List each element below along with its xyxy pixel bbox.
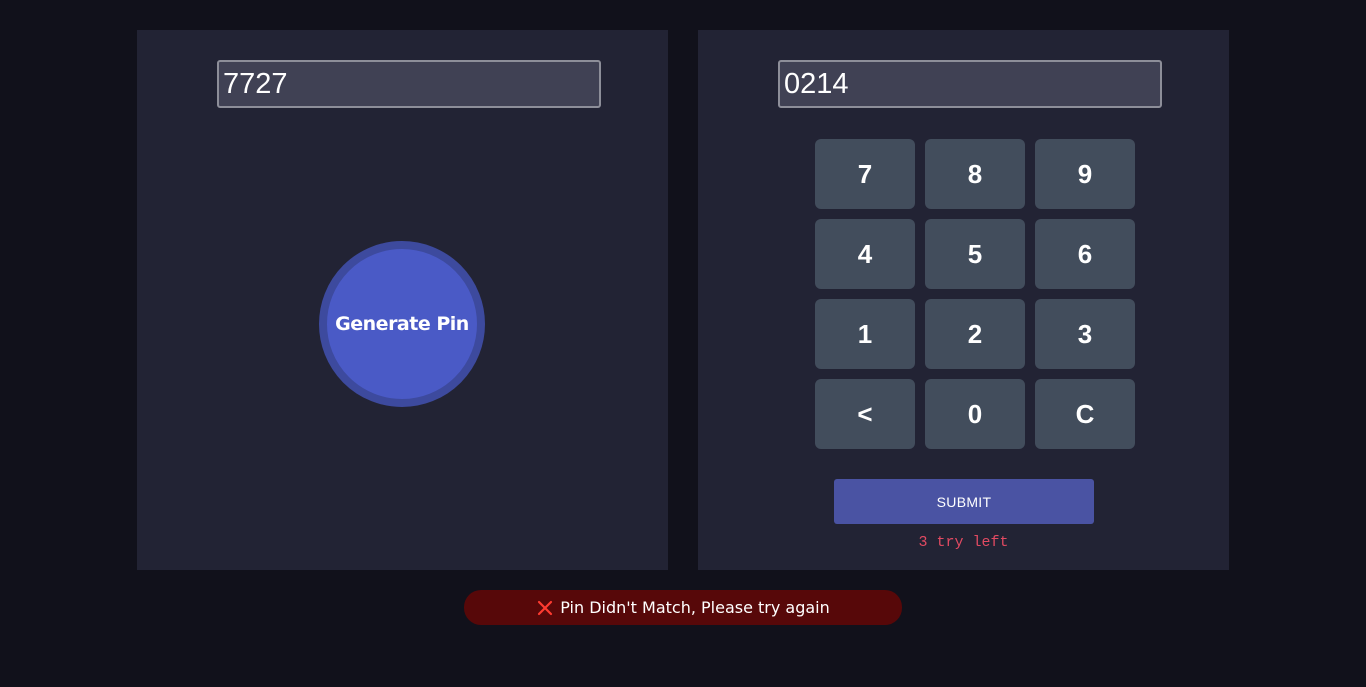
tries-left-text: 3 try left (918, 534, 1009, 551)
typed-pin-display[interactable] (778, 60, 1162, 108)
key-9[interactable]: 9 (1035, 139, 1135, 209)
key-4[interactable]: 4 (815, 219, 915, 289)
key-8[interactable]: 8 (925, 139, 1025, 209)
key-clear[interactable]: C (1035, 379, 1135, 449)
key-1[interactable]: 1 (815, 299, 915, 369)
key-backspace[interactable]: < (815, 379, 915, 449)
key-7[interactable]: 7 (815, 139, 915, 209)
page: Generate Pin 789 456 123 <0C SUBMIT 3 try l… (0, 0, 1366, 687)
key-2[interactable]: 2 (925, 299, 1025, 369)
error-notification: Pin Didn't Match, Please try again (464, 590, 902, 625)
key-6[interactable]: 6 (1035, 219, 1135, 289)
close-icon (536, 599, 554, 617)
generator-panel: Generate Pin (137, 30, 668, 570)
key-3[interactable]: 3 (1035, 299, 1135, 369)
key-5[interactable]: 5 (925, 219, 1025, 289)
generated-pin-display[interactable] (217, 60, 601, 108)
key-0[interactable]: 0 (925, 379, 1025, 449)
notification-message: Pin Didn't Match, Please try again (560, 598, 830, 617)
entry-panel: 789 456 123 <0C SUBMIT 3 try left (698, 30, 1229, 570)
submit-button[interactable]: SUBMIT (834, 479, 1094, 524)
generate-pin-button[interactable]: Generate Pin (319, 241, 485, 407)
keypad: 7 8 9 4 5 6 1 2 3 <0 C (815, 139, 1135, 449)
